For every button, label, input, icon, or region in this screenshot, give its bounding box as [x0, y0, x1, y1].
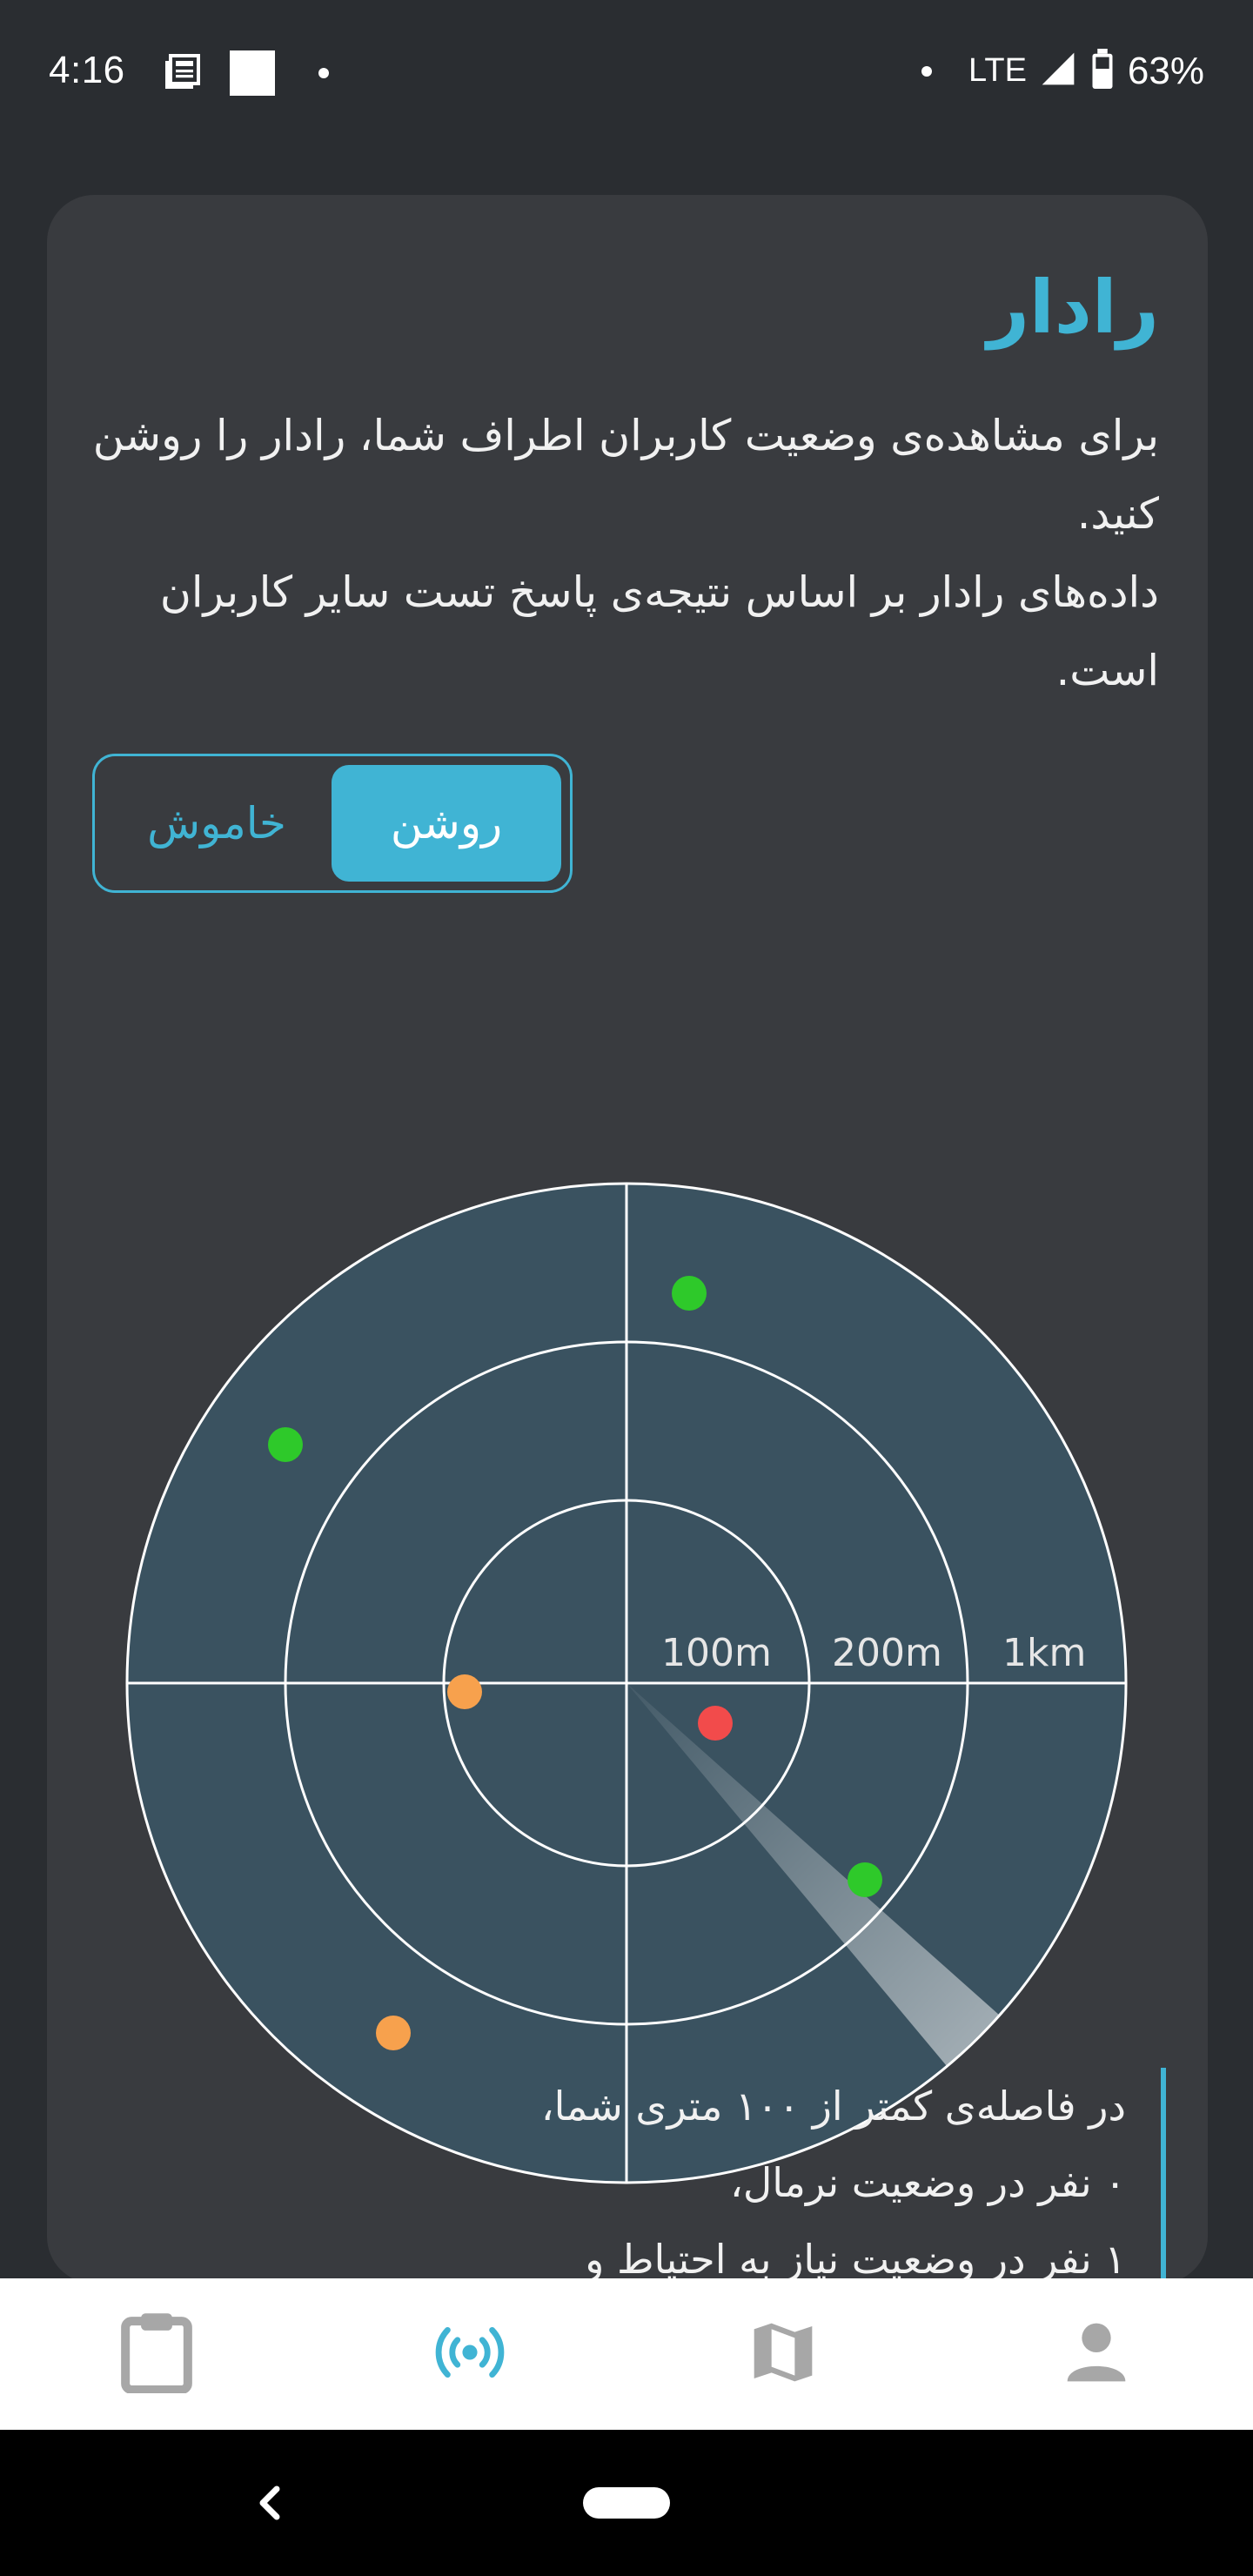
bottom-nav [0, 2278, 1253, 2430]
screen: 4:16 LTE [0, 0, 1253, 2576]
ring-label-100m: 100m [661, 1631, 772, 1675]
radar-description: برای مشاهده‌ی وضعیت کاربران اطراف شما، ر… [89, 397, 1159, 710]
square-notification-icon [230, 50, 275, 96]
status-bar: 4:16 LTE 63% [0, 0, 1253, 148]
nav-radar[interactable] [313, 2278, 626, 2430]
radar-point-red [698, 1706, 733, 1741]
toggle-on-button[interactable]: روشن [332, 765, 561, 882]
person-icon [1062, 2318, 1131, 2391]
dot-icon [921, 65, 933, 77]
home-pill[interactable] [583, 2487, 670, 2519]
description-line-1: برای مشاهده‌ی وضعیت کاربران اطراف شما، ر… [92, 411, 1159, 539]
radar-icon [430, 2320, 510, 2388]
radar-toggle[interactable]: خاموش روشن [92, 754, 573, 893]
summary-line-3: ۱ نفر در وضعیت نیاز به احتیاط و [585, 2236, 1126, 2283]
back-icon[interactable] [252, 2468, 287, 2538]
page-title: رادار [987, 265, 1159, 350]
radar-point-green [848, 1862, 882, 1897]
summary-line-1: در فاصله‌ی کمتر از ۱۰۰ متری شما، [540, 2083, 1126, 2130]
ring-label-200m: 200m [832, 1631, 942, 1675]
signal-icon [1039, 50, 1077, 92]
status-right: LTE 63% [921, 49, 1204, 93]
summary-line-2: ۰ نفر در وضعیت نرمال، [730, 2159, 1126, 2206]
radar-chart: 100m 200m 1km [125, 1182, 1128, 2184]
dot-icon [318, 68, 329, 78]
clipboard-icon [119, 2311, 194, 2397]
network-type: LTE [968, 52, 1027, 89]
description-line-2: داده‌های رادار بر اساس نتیجه‌ی پاسخ تست … [159, 567, 1159, 695]
radar-card: رادار برای مشاهده‌ی وضعیت کاربران اطراف … [47, 195, 1208, 2284]
radar-point-orange [376, 2016, 411, 2050]
toggle-off-button[interactable]: خاموش [104, 765, 330, 882]
radar-summary: در فاصله‌ی کمتر از ۱۰۰ متری شما، ۰ نفر د… [256, 2068, 1166, 2284]
nav-clipboard[interactable] [0, 2278, 313, 2430]
nav-profile[interactable] [940, 2278, 1253, 2430]
radar-point-orange [447, 1674, 482, 1709]
battery-icon [1089, 49, 1116, 93]
radar-point-green [672, 1276, 707, 1311]
notification-icons [162, 50, 329, 96]
nav-map[interactable] [626, 2278, 940, 2430]
map-icon [748, 2318, 818, 2391]
radar-point-green [268, 1427, 303, 1462]
battery-percent: 63% [1127, 49, 1204, 92]
news-icon [162, 50, 204, 96]
status-time: 4:16 [49, 49, 125, 91]
ring-label-1km: 1km [1002, 1631, 1086, 1675]
system-nav-bar [0, 2430, 1253, 2576]
